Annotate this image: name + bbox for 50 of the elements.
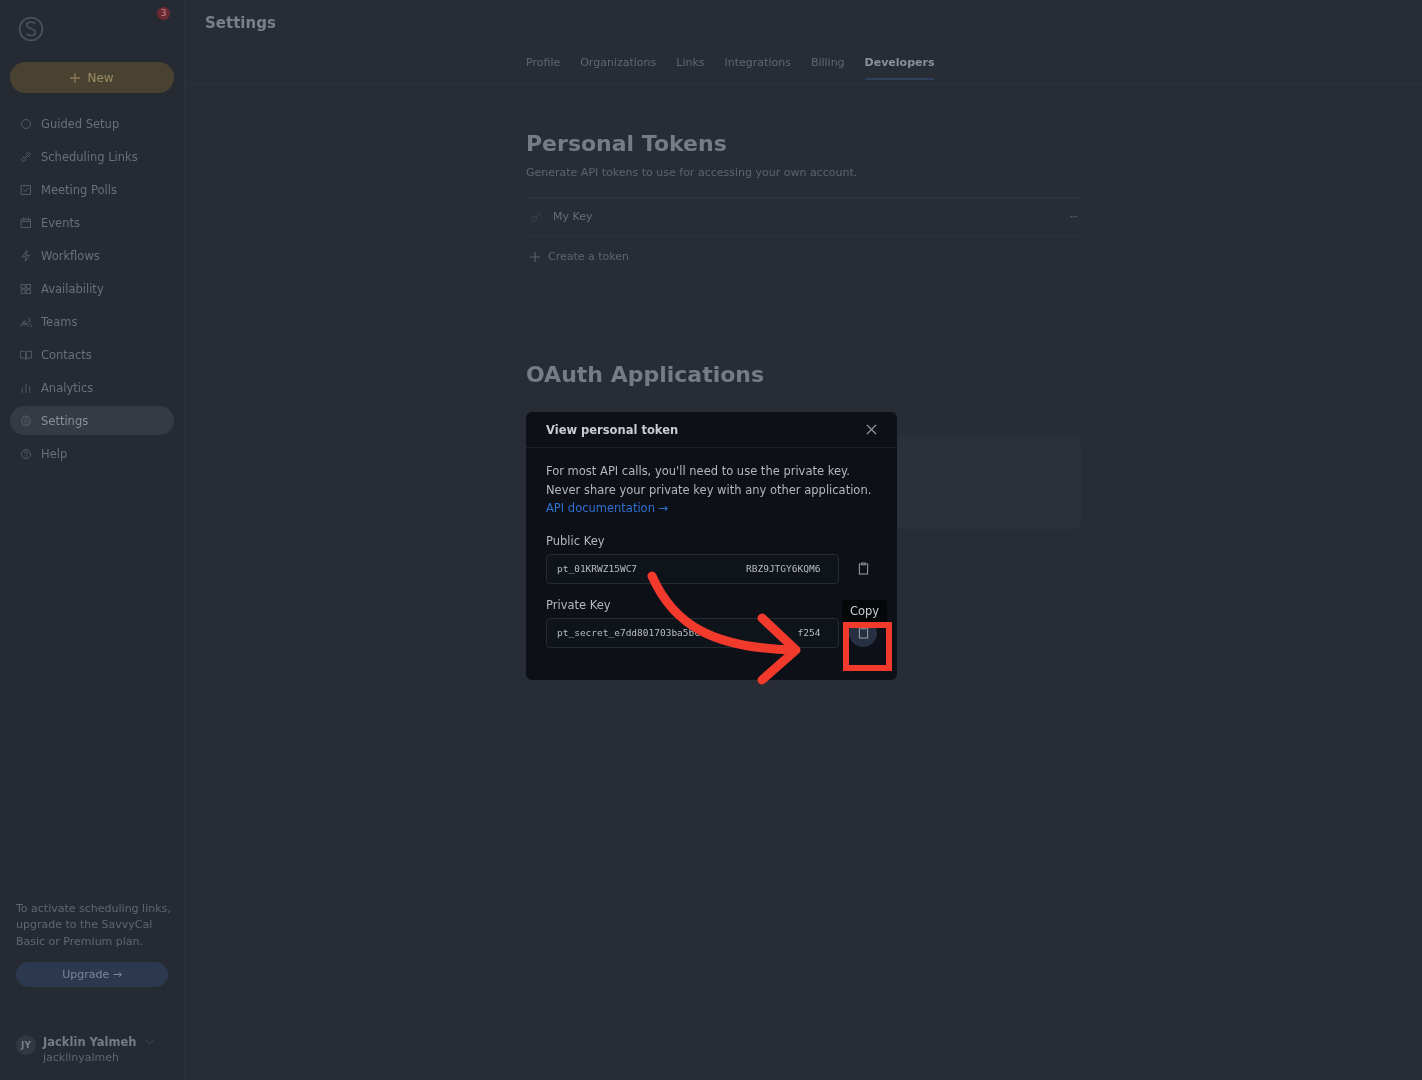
- book-icon: [20, 348, 32, 361]
- sidebar-item[interactable]: Contacts: [10, 340, 174, 369]
- new-button[interactable]: New: [10, 62, 174, 93]
- lightning-icon: [20, 249, 32, 262]
- dialog-text: For most API calls, you'll need to use the private key. Never share your private key with any other application. API documentation →: [546, 463, 873, 517]
- settings-tab[interactable]: Profile: [526, 48, 561, 80]
- api-docs-link[interactable]: API documentation →: [546, 501, 669, 515]
- bar-chart-icon: [20, 381, 32, 394]
- settings-tab[interactable]: Developers: [864, 48, 935, 80]
- more-menu[interactable]: ···: [1069, 210, 1077, 223]
- calendar-icon: [20, 216, 32, 229]
- sidebar-item[interactable]: Guided Setup: [10, 109, 174, 138]
- settings-tab[interactable]: Links: [676, 48, 705, 80]
- settings-icon: [20, 414, 32, 427]
- sidebar-item[interactable]: Settings: [10, 406, 174, 435]
- highlight-frame: [843, 622, 892, 671]
- upgrade-button[interactable]: Upgrade →: [16, 962, 168, 987]
- token-name[interactable]: My Key: [553, 210, 1060, 223]
- user-name[interactable]: Jacklin Yalmeh: [43, 1035, 137, 1049]
- section-heading: Personal Tokens: [526, 131, 728, 156]
- sidebar-item[interactable]: Workflows: [10, 241, 174, 270]
- key-field[interactable]: pt_01KRWZ15WC7 RBZ9JTGY6KQM6: [546, 553, 840, 584]
- sidebar-item[interactable]: Help: [10, 439, 174, 468]
- sidebar-item[interactable]: Analytics: [10, 373, 174, 402]
- plus-icon: [530, 251, 540, 262]
- help-icon: [20, 447, 32, 460]
- people-icon: [20, 315, 32, 328]
- sidebar-item[interactable]: Meeting Polls: [10, 175, 174, 204]
- clipboard-icon: [857, 626, 869, 639]
- tooltip: Copy: [842, 600, 888, 622]
- section-heading: OAuth Applications: [526, 362, 766, 387]
- settings-tab[interactable]: Billing: [810, 48, 845, 80]
- link-icon: [20, 150, 32, 163]
- settings-tab[interactable]: Integrations: [724, 48, 791, 80]
- page-title: Settings: [205, 14, 277, 32]
- grid-icon: [20, 282, 32, 295]
- dialog-title: View personal token: [546, 422, 679, 437]
- avatar: JY: [16, 1035, 36, 1055]
- settings-tab[interactable]: Organizations: [580, 48, 657, 80]
- plus-icon: [70, 72, 81, 83]
- user-handle: jacklinyalmeh: [43, 1051, 121, 1064]
- sidebar-item[interactable]: Events: [10, 208, 174, 237]
- notification-badge: 3: [157, 7, 170, 20]
- close-icon[interactable]: [866, 424, 877, 435]
- field-label: Public Key: [546, 533, 606, 548]
- checkbox-icon: [20, 183, 32, 196]
- clipboard-icon: [857, 562, 869, 575]
- sidebar-item[interactable]: Scheduling Links: [10, 142, 174, 171]
- sidebar-item[interactable]: Availability: [10, 274, 174, 303]
- sidebar-item[interactable]: Teams: [10, 307, 174, 336]
